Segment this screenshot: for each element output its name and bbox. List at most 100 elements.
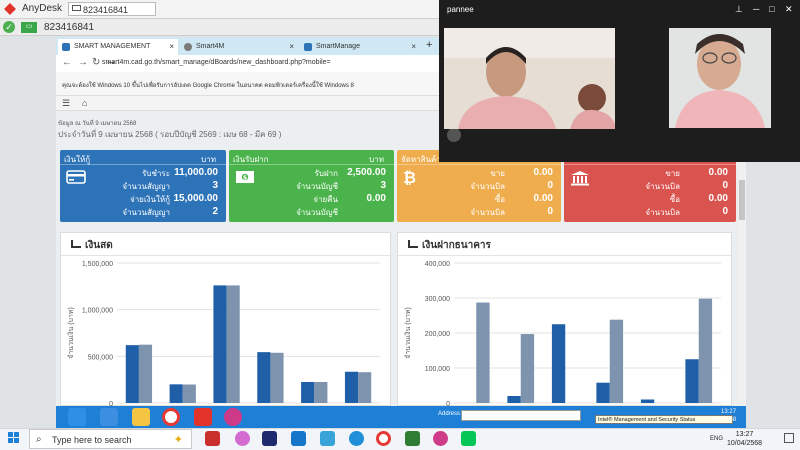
card-row-label: ซื้อ bbox=[669, 195, 680, 204]
chart-bar[interactable] bbox=[182, 384, 196, 403]
bar-chart-icon bbox=[71, 240, 81, 248]
chrome-icon[interactable] bbox=[162, 408, 180, 426]
address-label: Address bbox=[438, 411, 461, 417]
tab-smart-management[interactable]: SMART MANAGEMENT × bbox=[58, 39, 178, 55]
close-icon[interactable]: × bbox=[289, 42, 294, 51]
chart-bar[interactable] bbox=[169, 384, 183, 403]
scrollbar-thumb[interactable] bbox=[739, 180, 745, 220]
minimize-icon[interactable]: ─ bbox=[753, 4, 759, 14]
chart-bar[interactable] bbox=[698, 298, 713, 403]
loan-summary-card: เงินให้กู้ บาท รับชำระ 11,000.00 จำนวนสัญ… bbox=[60, 150, 226, 222]
card-row-value: 3 bbox=[380, 180, 386, 191]
chart-bar[interactable] bbox=[640, 399, 655, 404]
anydesk-session-tab[interactable]: 823416841 bbox=[68, 2, 156, 16]
address-bar[interactable]: smart4m.cad.go.th/smart_manage/dBoards/n… bbox=[102, 59, 331, 66]
sparkle-icon[interactable]: ✦ bbox=[174, 433, 183, 446]
card-row-value: 0.00 bbox=[708, 193, 728, 204]
maximize-icon[interactable]: □ bbox=[769, 4, 774, 14]
chart-bar[interactable] bbox=[213, 285, 227, 403]
chart-bar[interactable] bbox=[507, 396, 521, 403]
y-tick-label: 500,000 bbox=[88, 354, 113, 361]
chart-bar[interactable] bbox=[301, 382, 315, 403]
anydesk-logo-icon bbox=[4, 3, 16, 15]
close-icon[interactable]: ✕ bbox=[785, 4, 793, 15]
chart-bar[interactable] bbox=[685, 359, 699, 403]
taskbar-app-icon[interactable] bbox=[320, 431, 335, 446]
card-row-value: 0.00 bbox=[533, 193, 553, 204]
taskbar-app-icon[interactable] bbox=[433, 431, 448, 446]
card-row-value: 0 bbox=[722, 180, 728, 191]
remote-date: 10/04/2568 bbox=[706, 417, 737, 423]
card-row-value: 3 bbox=[212, 180, 218, 191]
chart-bar[interactable] bbox=[520, 334, 535, 403]
update-notice-bar: คุณจะต้องใช้ Windows 10 ขึ้นไปเพื่อรับกา… bbox=[56, 72, 446, 96]
chart-bar[interactable] bbox=[476, 302, 490, 403]
remote-camera-feed bbox=[444, 28, 615, 129]
bar-chart-icon bbox=[408, 240, 418, 248]
taskbar-clock[interactable]: 13:27 10/04/2568 bbox=[727, 430, 762, 448]
card-row-label: ขาย bbox=[490, 169, 505, 178]
line-icon[interactable] bbox=[461, 431, 476, 446]
card-row-value: 0 bbox=[547, 206, 553, 217]
copilot-icon[interactable] bbox=[235, 431, 250, 446]
chart-bar[interactable] bbox=[314, 382, 328, 403]
line-logo-icon bbox=[447, 128, 461, 142]
card-row-label: จำนวนบัญชี bbox=[296, 208, 338, 217]
participant-name: pannee bbox=[447, 5, 474, 14]
taskbar-app-icon[interactable] bbox=[205, 431, 220, 446]
anydesk-icon[interactable] bbox=[194, 408, 212, 426]
y-axis-label: จำนวนเงิน (บาท) bbox=[404, 307, 412, 359]
chrome-icon[interactable] bbox=[376, 431, 391, 446]
address-toolbar-input[interactable] bbox=[461, 410, 581, 421]
windows-start-icon[interactable] bbox=[8, 432, 20, 444]
remote-app-icon[interactable] bbox=[224, 408, 242, 426]
chart-bar[interactable] bbox=[344, 371, 359, 403]
back-icon[interactable]: ← bbox=[62, 57, 72, 68]
reload-icon[interactable]: ↻ bbox=[92, 57, 100, 68]
chart-title: เงินสด bbox=[71, 238, 113, 253]
chart-bar[interactable] bbox=[125, 345, 139, 403]
pin-icon[interactable]: ⊥ bbox=[735, 4, 743, 15]
chart-bar[interactable] bbox=[226, 285, 240, 403]
edge-icon[interactable] bbox=[349, 431, 364, 446]
photoshop-icon[interactable] bbox=[262, 431, 277, 446]
outlook-icon[interactable] bbox=[291, 431, 306, 446]
language-indicator[interactable]: ENG bbox=[710, 436, 723, 442]
card-row-label: จ่ายคืน bbox=[313, 195, 338, 204]
folder-icon[interactable] bbox=[132, 408, 150, 426]
y-tick-label: 400,000 bbox=[425, 261, 450, 268]
forward-icon[interactable]: → bbox=[78, 57, 88, 68]
chart-bar[interactable] bbox=[257, 352, 271, 403]
anydesk-session-id: 823416841 bbox=[44, 22, 95, 33]
breadcrumb: ข้อมูล ณ วันที่ 9 เมษายน 2568 bbox=[58, 121, 137, 127]
deposit-summary-card: เงินรับฝาก บาท $ รับฝาก 2,500.00 จำนวนบัญ… bbox=[229, 150, 394, 222]
taskbar-search-box[interactable]: ⌕ Type here to search ✦ bbox=[29, 429, 192, 449]
menu-icon[interactable]: ☰ bbox=[62, 98, 70, 109]
taskbar-app-icon[interactable] bbox=[405, 431, 420, 446]
tab-smart4m[interactable]: Smart4M × bbox=[180, 39, 298, 55]
new-tab-button[interactable]: + bbox=[426, 39, 432, 51]
close-icon[interactable]: × bbox=[411, 42, 416, 51]
chart-bar[interactable] bbox=[596, 382, 610, 403]
chart-bar[interactable] bbox=[270, 352, 284, 403]
chart-bar[interactable] bbox=[609, 319, 624, 403]
close-icon[interactable]: × bbox=[169, 42, 174, 51]
chart-bar[interactable] bbox=[551, 324, 566, 403]
card-row-value: 2,500.00 bbox=[347, 167, 386, 178]
remote-app-icon[interactable] bbox=[68, 408, 86, 426]
device-icon[interactable]: ▭ bbox=[21, 22, 37, 33]
chart-bar[interactable] bbox=[358, 372, 372, 403]
page-scrollbar[interactable] bbox=[738, 150, 746, 406]
notifications-icon[interactable] bbox=[784, 433, 794, 443]
tab-label: SMART MANAGEMENT bbox=[74, 43, 151, 50]
y-tick-label: 1,000,000 bbox=[82, 308, 113, 315]
tab-smartmanage[interactable]: SmartManage × bbox=[300, 39, 420, 55]
home-icon[interactable]: ⌂ bbox=[82, 98, 87, 108]
chart-bar[interactable] bbox=[138, 344, 153, 403]
tab-favicon-icon bbox=[304, 43, 312, 51]
card-row-label: จำนวนบัญชี bbox=[296, 182, 338, 191]
remote-app-icon[interactable] bbox=[100, 408, 118, 426]
card-row-value: 0 bbox=[547, 180, 553, 191]
remote-time: 13:27 bbox=[721, 409, 737, 415]
chart-title-text: เงินฝากธนาคาร bbox=[422, 240, 491, 251]
